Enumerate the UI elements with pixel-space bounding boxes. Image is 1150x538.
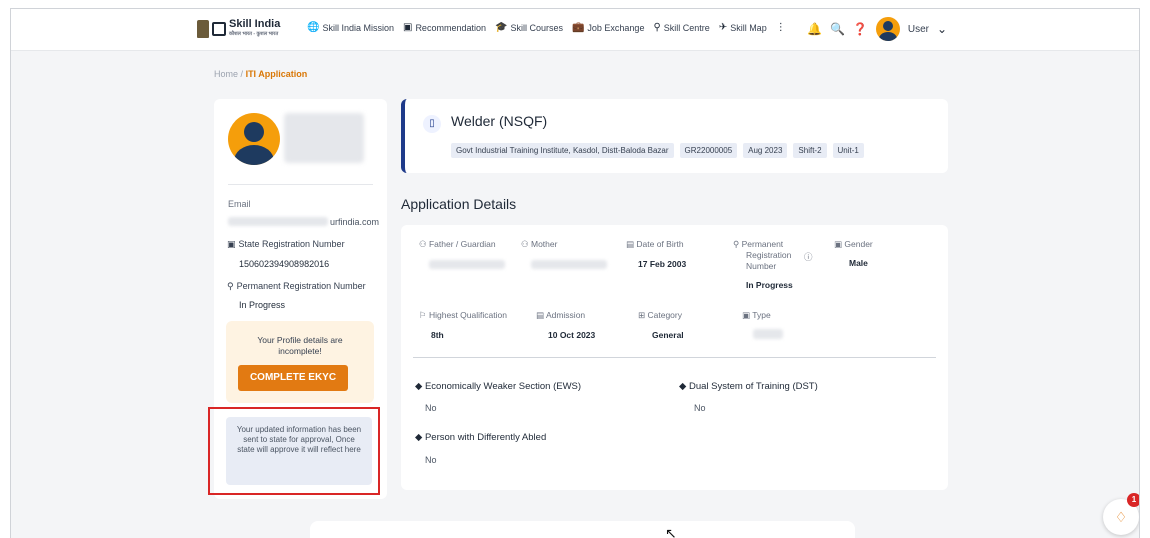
dst-value: No — [694, 403, 706, 413]
calendar-icon: ▤ — [536, 310, 546, 320]
location-pin-icon: ⚲ — [653, 22, 661, 33]
course-title: Welder (NSQF) — [451, 113, 548, 129]
notification-bell-icon[interactable]: 🔔 — [807, 22, 822, 36]
national-emblem-icon — [197, 20, 209, 38]
admission-label: ▤ Admission — [536, 310, 586, 320]
top-navigation-bar: Skill India कौशल भारत - कुशल भारत 🌐 Skil… — [11, 9, 1139, 51]
state-registration-label: ▣ State Registration Number — [227, 239, 345, 249]
profile-divider — [228, 184, 373, 185]
user-label[interactable]: User — [908, 24, 929, 35]
ews-value: No — [425, 403, 437, 413]
main-nav: 🌐 Skill India Mission ▣ Recommendation 🎓… — [307, 22, 786, 33]
user-key-icon: ⚲ — [733, 239, 742, 249]
details-divider — [413, 357, 936, 358]
diamond-bullet-icon: ◆ — [415, 432, 425, 443]
globe-icon: 🌐 — [307, 22, 320, 33]
chat-icon: ♢ — [1114, 509, 1128, 525]
header-actions: 🔔 🔍 ❓ User ⌄ — [807, 17, 947, 41]
breadcrumb-current: ITI Application — [245, 69, 308, 79]
highest-qualification-value: 8th — [431, 330, 444, 340]
date-of-birth-label: ▤ Date of Birth — [626, 239, 684, 249]
skill-india-logo[interactable]: Skill India कौशल भारत - कुशल भारत — [197, 19, 280, 39]
map-icon: ✈ — [718, 22, 728, 33]
more-menu-icon[interactable]: ⋮ — [776, 22, 786, 33]
nav-skill-india-mission[interactable]: 🌐 Skill India Mission — [307, 22, 394, 33]
pwd-label: ◆ Person with Differently Abled — [415, 432, 547, 443]
permanent-registration-value: In Progress — [239, 300, 286, 310]
mouse-cursor-icon: ↖ — [665, 525, 677, 538]
breadcrumb-home[interactable]: Home — [214, 69, 238, 79]
complete-ekyc-button[interactable]: COMPLETE EKYC — [238, 365, 348, 391]
document-icon: ▣ — [227, 239, 236, 249]
diamond-bullet-icon: ◆ — [679, 381, 689, 392]
logo-mark-icon — [212, 22, 226, 36]
mother-label: ⚇ Mother — [521, 239, 558, 249]
email-value: urfindia.com — [330, 217, 380, 227]
nav-skill-centre[interactable]: ⚲ Skill Centre — [653, 22, 709, 33]
application-details-card: ⚇ Father / Guardian ⚇ Mother ▤ Date of B… — [401, 225, 948, 490]
ekyc-message: Your Profile details are incomplete! — [257, 335, 343, 356]
person-icon: ⚇ — [521, 239, 531, 249]
type-label: ▣ Type — [742, 310, 771, 320]
browser-viewport: Skill India कौशल भारत - कुशल भारत 🌐 Skil… — [10, 8, 1140, 538]
category-value: General — [652, 330, 684, 340]
search-icon[interactable]: 🔍 — [830, 22, 845, 36]
graduation-cap-icon: ⚐ — [419, 310, 429, 320]
help-icon[interactable]: ❓ — [853, 22, 868, 36]
next-section-card — [310, 521, 855, 538]
category-label: ⊞ Category — [638, 310, 682, 320]
chevron-down-icon[interactable]: ⌄ — [937, 22, 947, 36]
nav-recommendation[interactable]: ▣ Recommendation — [403, 22, 486, 33]
book-icon: ▯ — [423, 115, 441, 133]
redacted-type — [753, 329, 783, 339]
chip-session: Aug 2023 — [743, 143, 788, 158]
user-avatar[interactable] — [875, 17, 900, 41]
nav-job-exchange[interactable]: 💼 Job Exchange — [572, 22, 645, 33]
dst-label: ◆ Dual System of Training (DST) — [679, 381, 818, 392]
chip-institute: Govt Industrial Training Institute, Kasd… — [451, 143, 674, 158]
briefcase-icon: 💼 — [571, 22, 585, 33]
user-key-icon: ⚲ — [227, 281, 234, 291]
redacted-email — [228, 217, 328, 226]
redacted-father-name — [429, 260, 505, 269]
profile-avatar — [228, 113, 280, 165]
info-icon[interactable]: ⓘ — [804, 252, 813, 262]
chip-shift: Shift-2 — [793, 143, 827, 158]
permanent-registration-label: ⚲ Permanent Registration Number — [227, 281, 366, 291]
state-registration-value: 150602394908982016 — [239, 259, 330, 269]
message-icon: ▣ — [402, 22, 413, 33]
document-icon: ▣ — [742, 310, 753, 320]
breadcrumb-separator: / — [240, 69, 244, 79]
breadcrumb: Home / ITI Application — [214, 69, 307, 79]
logo-subtitle: कौशल भारत - कुशल भारत — [229, 31, 279, 37]
diamond-bullet-icon: ◆ — [415, 381, 425, 392]
chat-notification-badge: 1 — [1127, 493, 1139, 507]
chip-unit: Unit-1 — [832, 143, 864, 158]
id-card-icon: ▣ — [834, 239, 845, 249]
highest-qualification-label: ⚐ Highest Qualification — [419, 310, 507, 320]
nav-skill-courses[interactable]: 🎓 Skill Courses — [495, 22, 563, 33]
gender-label: ▣ Gender — [834, 239, 873, 249]
chip-registration-code: GR22000005 — [679, 143, 738, 158]
gender-value: Male — [849, 258, 868, 268]
graduation-cap-icon: 🎓 — [494, 22, 508, 33]
email-label: Email — [228, 199, 251, 209]
ekyc-prompt: Your Profile details are incomplete! COM… — [226, 321, 374, 403]
date-of-birth-value: 17 Feb 2003 — [638, 259, 687, 269]
redacted-mother-name — [531, 260, 607, 269]
course-chips: Govt Industrial Training Institute, Kasd… — [451, 143, 864, 158]
redacted-name — [284, 113, 364, 163]
pwd-value: No — [425, 455, 437, 465]
ews-label: ◆ Economically Weaker Section (EWS) — [415, 381, 582, 392]
permanent-registration-number-label: ⚲ Permanent — [733, 239, 784, 249]
calendar-icon: ▤ — [626, 239, 637, 249]
father-guardian-label: ⚇ Father / Guardian — [419, 239, 496, 249]
nav-skill-map[interactable]: ✈ Skill Map — [719, 22, 767, 33]
course-card: ▯ Welder (NSQF) Govt Industrial Training… — [401, 99, 948, 173]
permanent-registration-number-value: In Progress — [746, 280, 793, 290]
admission-value: 10 Oct 2023 — [548, 330, 596, 340]
application-details-title: Application Details — [401, 196, 517, 212]
person-icon: ⚇ — [419, 239, 429, 249]
pending-approval-notice: Your updated information has been sent t… — [226, 417, 372, 485]
